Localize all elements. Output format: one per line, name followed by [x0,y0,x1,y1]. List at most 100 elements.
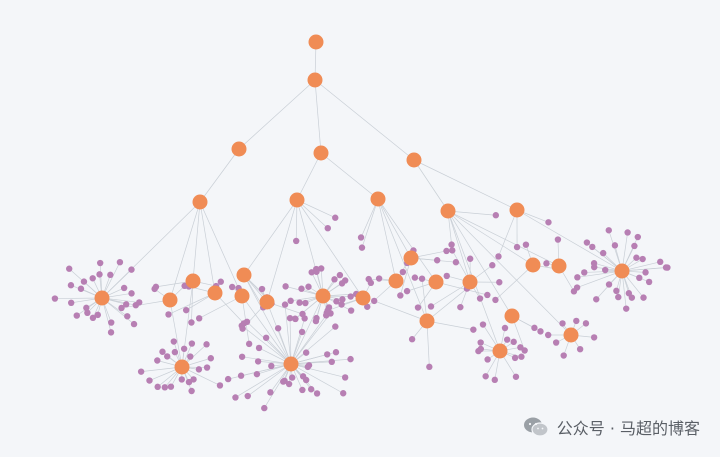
leaf-node [96,271,103,278]
leaf-node [645,278,653,286]
leaf-node [224,375,232,383]
leaf-node [512,373,520,380]
leaf-node [501,324,509,332]
hub-node [551,258,567,274]
leaf-node [120,284,128,292]
hub-node [388,273,404,289]
leaf-node [576,345,584,353]
leaf-node [67,299,75,307]
leaf-node [371,297,378,305]
leaf-node [336,271,344,279]
edge [361,198,379,248]
leaf-node [185,378,193,386]
leaf-node [338,301,345,308]
wechat-icon [523,417,549,437]
leaf-node [640,294,647,301]
leaf-node [544,331,552,339]
leaf-node [582,320,590,327]
leaf-node [411,274,419,281]
leaf-node [457,303,464,311]
leaf-node [503,336,511,343]
leaf-node [302,299,309,307]
leaf-node [593,296,600,303]
hub-node [525,257,541,273]
leaf-node [167,383,175,390]
leaf-node [573,317,580,325]
leaf-node [583,239,591,246]
leaf-node [154,383,161,391]
leaf-node [253,370,261,378]
leaf-node [510,338,517,346]
leaf-node [452,259,460,266]
edge [377,198,428,322]
hub-node [315,288,331,304]
hub-node [509,202,525,218]
leaf-node [107,271,114,279]
leaf-node [397,292,404,299]
hub-node [403,250,419,266]
leaf-node [479,321,487,328]
leaf-node [66,265,73,272]
leaf-node [171,348,179,356]
leaf-node [491,376,498,384]
leaf-node [324,224,331,232]
leaf-node [521,347,528,354]
hub-node [406,152,422,168]
leaf-node [280,378,287,385]
leaf-node [188,387,195,395]
leaf-node [628,294,636,301]
leaf-node [312,317,320,325]
hub-node [308,34,324,50]
leaf-node [590,260,598,267]
watermark-text: 公众号 · 马超的博客 [556,419,700,438]
leaf-node [161,384,169,391]
leaf-node [299,386,306,394]
leaf-node [347,293,354,300]
leaf-node [89,314,97,322]
leaf-node [414,304,422,311]
leaf-node [324,307,331,314]
leaf-node [408,336,416,343]
leaf-node [324,351,331,358]
leaf-node [642,269,649,276]
leaf-node [492,212,500,219]
leaf-node [599,249,607,257]
leaf-node [137,368,145,375]
leaf-node [165,311,172,318]
leaf-node [245,340,253,348]
leaf-node [338,280,346,287]
leaf-node [67,282,75,289]
leaf-node [605,281,613,288]
leaf-node [605,227,612,234]
leaf-node [116,258,124,266]
leaf-node [255,344,263,352]
leaf-node [136,299,143,306]
leaf-node [559,320,566,327]
leaf-node [151,285,158,293]
leaf-node [77,285,85,292]
leaf-node [443,272,450,280]
leaf-node [449,247,456,254]
leaf-node [254,358,262,365]
hub-node [307,72,323,88]
hub-node [419,313,435,329]
hub-node [236,267,252,283]
leaf-node [496,279,503,286]
leaf-node [358,244,366,251]
leaf-node [466,255,474,262]
hub-node [428,274,444,290]
hub-node [283,356,299,372]
leaf-node [426,363,433,371]
leaf-node [357,234,365,241]
leaf-node [443,247,450,255]
leaf-node [298,285,305,292]
leaf-node [589,243,596,251]
leaf-node [623,305,630,312]
leaf-node [107,329,115,336]
edge [447,210,534,266]
edge [246,321,292,365]
leaf-node [159,348,166,355]
leaf-node [399,268,407,276]
leaf-node [531,324,538,332]
leaf-node [482,373,489,380]
